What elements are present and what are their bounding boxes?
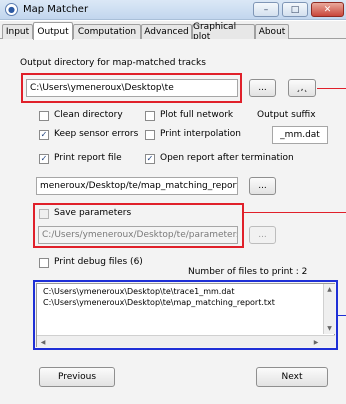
output-directory-label: Output directory for map-matched tracks (20, 58, 206, 68)
files-count-label: Number of files to print : 2 (188, 267, 308, 277)
print-report-file-checkbox[interactable]: ✓ (39, 154, 49, 164)
scroll-down-icon[interactable]: ▼ (324, 324, 335, 332)
scroll-up-icon[interactable]: ▲ (324, 285, 335, 293)
check-icon: ✓ (40, 154, 48, 163)
check-icon: ✓ (146, 154, 154, 163)
save-parameters-checkbox[interactable] (39, 209, 49, 219)
browse-directory-button[interactable]: ... (249, 79, 276, 97)
print-debug-files-label: Print debug files (6) (54, 257, 143, 267)
list-item[interactable]: C:\Users\ymeneroux\Desktop\te\trace1_mm.… (43, 287, 234, 296)
print-debug-files-checkbox[interactable] (39, 258, 49, 268)
keep-sensor-errors-label: Keep sensor errors (54, 129, 139, 139)
directory-callout-line (317, 88, 346, 89)
list-item[interactable]: C:\Users\ymeneroux\Desktop\te\map_matchi… (43, 298, 275, 307)
output-suffix-input[interactable]: _mm.dat (272, 126, 328, 144)
maximize-button[interactable]: □ (282, 2, 308, 17)
browse-parameters-button[interactable]: ... (249, 226, 276, 244)
globe-icon: ● (5, 3, 18, 16)
files-listbox[interactable]: C:\Users\ymeneroux\Desktop\te\trace1_mm.… (36, 283, 335, 347)
tab-advanced[interactable]: Advanced (141, 24, 192, 39)
check-icon: ✓ (40, 130, 48, 139)
browse-report-button[interactable]: ... (249, 177, 276, 195)
keep-sensor-errors-checkbox[interactable]: ✓ (39, 130, 49, 140)
title-bar[interactable]: ● Map Matcher – □ ✕ (0, 0, 346, 20)
save-parameters-callout-line (244, 212, 346, 213)
tab-about[interactable]: About (255, 24, 289, 39)
output-directory-input[interactable]: C:\Users\ymeneroux\Desktop\te (26, 79, 238, 97)
horizontal-scrollbar[interactable]: ◀ ▶ (37, 335, 335, 347)
minimize-button[interactable]: – (253, 2, 279, 17)
vertical-scrollbar[interactable]: ▲ ▼ (323, 284, 335, 334)
previous-button[interactable]: Previous (39, 367, 115, 387)
print-interpolation-checkbox[interactable] (145, 130, 155, 140)
plot-full-network-checkbox[interactable] (145, 111, 155, 121)
files-callout-line (338, 315, 346, 316)
save-parameters-label: Save parameters (54, 208, 132, 218)
open-report-after-termination-label: Open report after termination (160, 153, 294, 163)
clean-directory-label: Clean directory (54, 110, 123, 120)
scroll-left-icon[interactable]: ◀ (39, 337, 47, 347)
tab-graphical-plot[interactable]: Graphical plot (192, 22, 255, 42)
tab-output[interactable]: Output (33, 22, 73, 40)
output-suffix-label: Output suffix (257, 110, 316, 120)
parameters-path-input[interactable]: C:/Users/ymeneroux/Desktop/te/parameters… (38, 226, 238, 244)
tab-input[interactable]: Input (2, 24, 33, 39)
plot-full-network-label: Plot full network (160, 110, 234, 120)
open-directory-button[interactable]: ¸,˛ (288, 79, 316, 97)
window-title: Map Matcher (23, 4, 89, 15)
next-button[interactable]: Next (256, 367, 328, 387)
report-path-input[interactable]: meneroux/Desktop/te/map_matching_report.… (36, 177, 238, 195)
clean-directory-checkbox[interactable] (39, 111, 49, 121)
tab-computation[interactable]: Computation (73, 24, 141, 39)
print-report-file-label: Print report file (54, 153, 122, 163)
open-report-after-termination-checkbox[interactable]: ✓ (145, 154, 155, 164)
print-interpolation-label: Print interpolation (160, 129, 242, 139)
close-button[interactable]: ✕ (311, 2, 344, 17)
scroll-right-icon[interactable]: ▶ (312, 337, 320, 347)
